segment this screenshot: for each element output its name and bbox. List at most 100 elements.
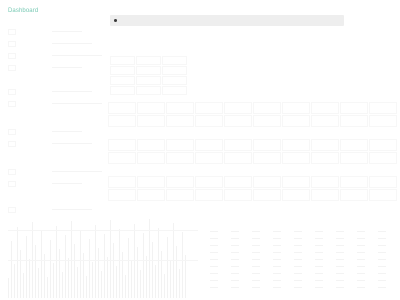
chart-bar [11,241,12,298]
chart-bar [68,258,69,298]
nav-item-label-placeholder [52,131,82,132]
sidebar-item[interactable] [4,166,104,178]
chart-bar [89,239,90,298]
table-cell-marker [378,273,386,274]
data-cell [340,115,368,127]
data-row-2 [108,137,400,165]
sidebar-item[interactable] [4,38,104,50]
sidebar-item[interactable] [4,126,104,138]
sidebar-item[interactable] [4,26,104,38]
search-bar[interactable] [110,15,344,26]
data-cell [224,189,252,201]
table-cell-marker [210,259,218,260]
nav-item-icon [8,29,16,35]
chart-bar [74,244,75,298]
sidebar-item[interactable] [4,86,104,98]
table-cell-marker [294,259,302,260]
data-cell [137,115,165,127]
chart-bar [164,274,165,298]
chart-bar [155,265,156,298]
data-cell [224,102,252,114]
table-cell-marker [210,238,218,239]
data-cell [224,152,252,164]
data-cell [195,189,223,201]
chart-bar [20,250,21,298]
table-cell-marker [231,287,239,288]
chart-bar [29,259,30,298]
nav-item-icon [8,89,16,95]
data-cell [195,115,223,127]
data-cell [340,139,368,151]
data-cell [137,176,165,188]
chart-bar [134,224,135,298]
nav-item-label-placeholder [52,43,92,44]
table-cell-marker [210,245,218,246]
brand-label[interactable]: Dashboard [8,8,38,15]
chart-bar [92,262,93,298]
data-cell [253,102,281,114]
data-cell [108,139,136,151]
table-cell-marker [357,252,365,253]
table-cell-marker [252,266,260,267]
chart-bar [86,276,87,298]
nav-item-icon [8,101,16,107]
chart-bar [53,263,54,298]
table-cell-marker [273,245,281,246]
data-cell [311,189,339,201]
data-cell [282,189,310,201]
table-cell-marker [378,280,386,281]
table-cell-marker [378,252,386,253]
chart-bar [179,269,180,298]
table-cell-marker [336,280,344,281]
data-cell [137,189,165,201]
chart-bar [146,256,147,298]
table-cell-marker [210,231,218,232]
chart-bar [80,230,81,298]
data-cell [166,139,194,151]
table-cell-marker [315,252,323,253]
nav-item-icon [8,141,16,147]
table-cell-marker [231,273,239,274]
sidebar [4,26,104,216]
table-cell-marker [336,252,344,253]
table-cell-marker [210,273,218,274]
nav-item-icon [8,169,16,175]
table-cell-marker [378,231,386,232]
summary-cell [162,76,187,85]
table-cell-marker [273,252,281,253]
sidebar-item[interactable] [4,50,104,62]
table-cell-marker [336,231,344,232]
data-cell [108,189,136,201]
table-cell-marker [252,245,260,246]
chart-bar [77,267,78,298]
sidebar-item[interactable] [4,138,104,150]
data-cell [311,115,339,127]
chart-bar [143,233,144,298]
chart-bar [182,232,183,298]
nav-item-icon [8,53,16,59]
data-cell [195,139,223,151]
summary-cell [136,66,161,75]
cursor-icon [114,19,117,22]
table-cell-marker [357,245,365,246]
chart-bar [110,220,111,298]
table-cell-marker [252,280,260,281]
table-cell-marker [378,259,386,260]
sidebar-item[interactable] [4,178,104,190]
table-cell-marker [252,273,260,274]
summary-cell [162,86,187,95]
data-cell [311,176,339,188]
data-cell [340,152,368,164]
data-cell [369,139,397,151]
table-cell-marker [273,238,281,239]
data-cell [166,176,194,188]
sidebar-item[interactable] [4,98,104,110]
nav-item-icon [8,65,16,71]
sidebar-item[interactable] [4,62,104,74]
table-cell-marker [315,245,323,246]
chart-bar [38,268,39,298]
chart-bar [161,251,162,298]
chart-bar [113,243,114,298]
table-cell-marker [294,231,302,232]
data-cell [253,176,281,188]
